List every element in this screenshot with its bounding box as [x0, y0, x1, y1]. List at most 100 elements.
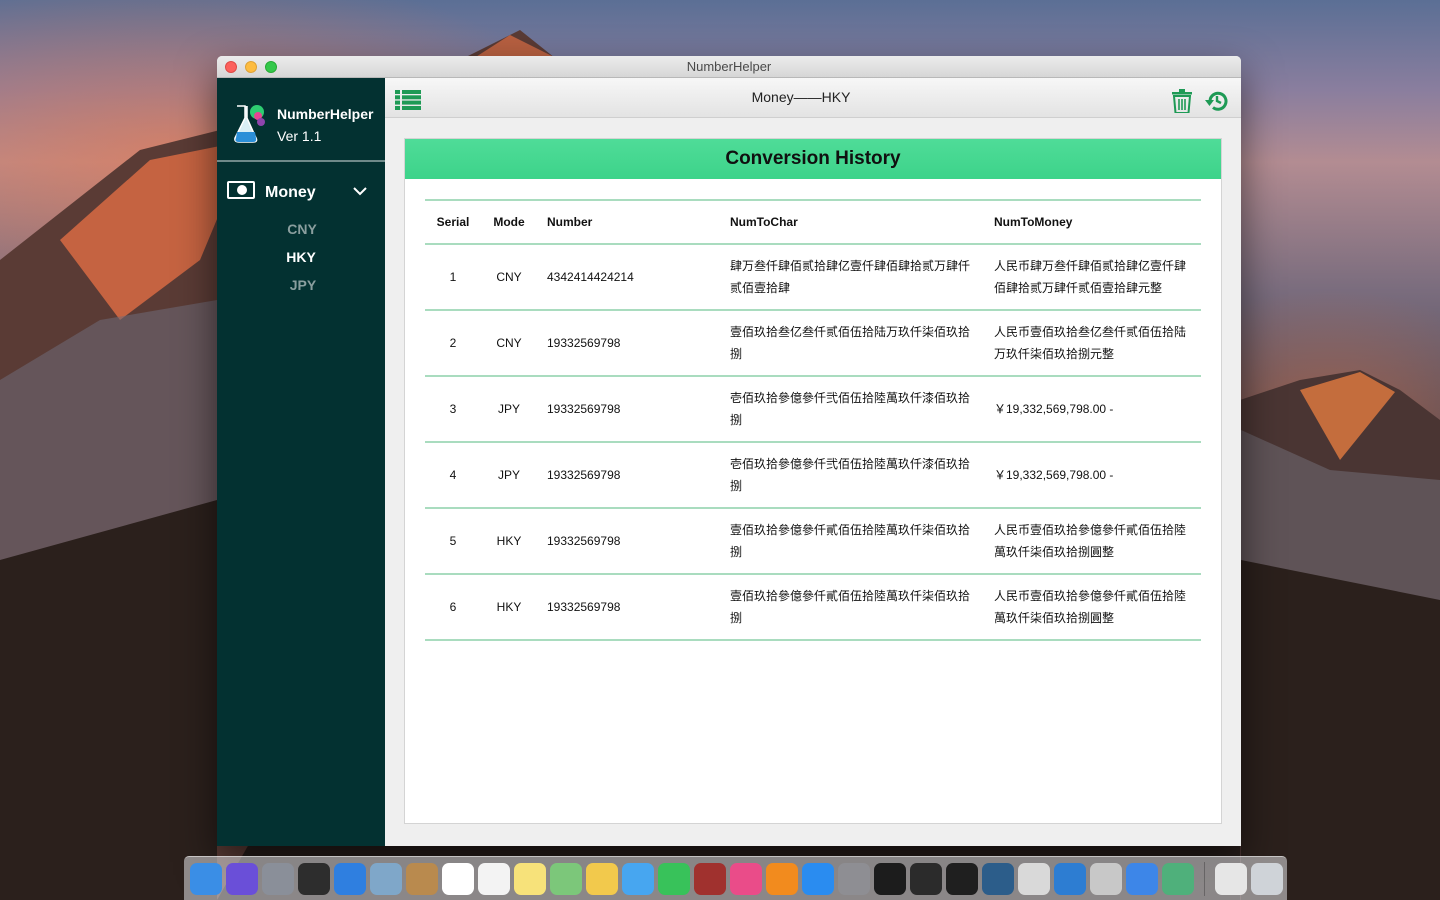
- preview-icon[interactable]: [370, 862, 402, 895]
- ibooks-icon[interactable]: [766, 862, 798, 895]
- close-button[interactable]: [225, 61, 237, 73]
- app-version: Ver 1.1: [277, 128, 322, 144]
- table-row[interactable]: 2 CNY 19332569798 壹佰玖拾叁亿叁仟贰佰伍拾陆万玖仟柒佰玖拾捌 …: [425, 310, 1201, 376]
- image-capture-icon[interactable]: [1090, 862, 1122, 895]
- facetime-icon[interactable]: [658, 862, 690, 895]
- sidebar: NumberHelper Ver 1.1 Money CNY HKY JPY: [217, 78, 385, 846]
- cell-number: 19332569798: [547, 600, 621, 614]
- terminal-icon[interactable]: [874, 862, 906, 895]
- maximize-button[interactable]: [265, 61, 277, 73]
- calendar-icon[interactable]: [442, 862, 474, 895]
- cell-number: 19332569798: [547, 534, 621, 548]
- cell-num-to-money: 人民币肆万叁仟肆佰贰拾肆亿壹仟肆佰肆拾贰万肆仟贰佰壹拾肆元整: [994, 259, 1187, 295]
- money-menu-label: Money: [265, 184, 316, 201]
- cell-num-to-char: 壱佰玖拾參億參仟弐佰伍拾陸萬玖仟漆佰玖拾捌: [730, 391, 971, 427]
- toolbar: Money——HKY: [385, 78, 1241, 118]
- cell-serial: 1: [449, 270, 457, 284]
- table-row[interactable]: 5 HKY 19332569798 壹佰玖拾參億參仟貳佰伍拾陸萬玖仟柒佰玖拾捌 …: [425, 508, 1201, 574]
- app-window: NumberHelper NumberHelper Ver 1.1 Money …: [217, 56, 1241, 846]
- table-row[interactable]: 1 CNY 4342414424214 肆万叁仟肆佰贰拾肆亿壹仟肆佰肆拾贰万肆仟…: [425, 244, 1201, 310]
- cell-num-to-money: ￥19,332,569,798.00 -: [994, 402, 1114, 416]
- cell-mode: HKY: [496, 534, 522, 548]
- window-title: NumberHelper: [686, 59, 772, 74]
- numberhelper-icon[interactable]: [1162, 862, 1194, 895]
- sidebar-item-jpy[interactable]: JPY: [217, 277, 385, 293]
- cell-num-to-char: 壱佰玖拾參億參仟弐佰伍拾陸萬玖仟漆佰玖拾捌: [730, 457, 971, 493]
- cell-num-to-char: 壹佰玖拾叁亿叁仟贰佰伍拾陆万玖仟柒佰玖拾捌: [730, 325, 971, 361]
- system-preferences-icon[interactable]: [838, 862, 870, 895]
- cell-mode: CNY: [496, 270, 522, 284]
- mission-control-icon[interactable]: [298, 862, 330, 895]
- table-header-row: Serial Mode Number NumToChar NumToMoney: [425, 200, 1201, 244]
- cell-num-to-money: 人民币壹佰玖拾叁亿叁仟贰佰伍拾陆万玖仟柒佰玖拾捌元整: [994, 325, 1187, 361]
- trash-icon[interactable]: [1251, 862, 1283, 895]
- history-table: Serial Mode Number NumToChar NumToMoney …: [425, 199, 1201, 641]
- dock-separator: [1204, 861, 1205, 896]
- cell-number: 19332569798: [547, 336, 621, 350]
- launchpad-icon[interactable]: [262, 862, 294, 895]
- table-row[interactable]: 3 JPY 19332569798 壱佰玖拾參億參仟弐佰伍拾陸萬玖仟漆佰玖拾捌 …: [425, 376, 1201, 442]
- contacts-icon[interactable]: [406, 862, 438, 895]
- chrome-icon[interactable]: [1018, 862, 1050, 895]
- reminders-icon[interactable]: [478, 862, 510, 895]
- cell-mode: CNY: [496, 336, 522, 350]
- history-title: Conversion History: [405, 139, 1221, 179]
- sidebar-item-cny[interactable]: CNY: [217, 221, 385, 237]
- table-row[interactable]: 4 JPY 19332569798 壱佰玖拾參億參仟弐佰伍拾陸萬玖仟漆佰玖拾捌 …: [425, 442, 1201, 508]
- cell-serial: 3: [449, 402, 457, 416]
- siri-icon[interactable]: [226, 862, 258, 895]
- dock: [184, 856, 1287, 900]
- cell-number: 19332569798: [547, 468, 621, 482]
- chevron-down-icon[interactable]: [353, 184, 367, 198]
- maps-icon[interactable]: [550, 862, 582, 895]
- flask-logo-icon: [234, 105, 265, 143]
- cell-mode: HKY: [496, 600, 522, 614]
- banknote-icon: [227, 181, 255, 199]
- cell-num-to-char: 壹佰玖拾參億參仟貳佰伍拾陸萬玖仟柒佰玖拾捌: [730, 589, 971, 625]
- minimize-button[interactable]: [245, 61, 257, 73]
- photo-booth-icon[interactable]: [694, 862, 726, 895]
- title-bar: NumberHelper: [217, 56, 1241, 78]
- history-panel: Conversion History Serial Mode Number Nu…: [404, 138, 1222, 824]
- messages-icon[interactable]: [622, 862, 654, 895]
- cell-mode: JPY: [497, 402, 520, 416]
- console-icon[interactable]: [910, 862, 942, 895]
- xcode-icon[interactable]: [1126, 862, 1158, 895]
- cell-serial: 4: [449, 468, 457, 482]
- column-header-num-to-money: NumToMoney: [994, 215, 1073, 229]
- cell-num-to-money: 人民币壹佰玖拾參億參仟貳佰伍拾陸萬玖仟柒佰玖拾捌圓整: [994, 523, 1187, 559]
- page-title: Money——HKY: [751, 89, 851, 105]
- column-header-serial: Serial: [436, 215, 470, 229]
- cell-serial: 2: [449, 336, 457, 350]
- vscode-icon[interactable]: [1054, 862, 1086, 895]
- money-menu-header[interactable]: Money: [217, 178, 385, 210]
- activity-monitor-icon[interactable]: [946, 862, 978, 895]
- cell-serial: 5: [449, 534, 457, 548]
- cell-num-to-char: 肆万叁仟肆佰贰拾肆亿壹仟肆佰肆拾贰万肆仟贰佰壹拾肆: [730, 259, 971, 295]
- sidebar-item-hky[interactable]: HKY: [217, 249, 385, 265]
- restore-history-icon[interactable]: [1205, 89, 1229, 113]
- cell-num-to-char: 壹佰玖拾參億參仟貳佰伍拾陸萬玖仟柒佰玖拾捌: [730, 523, 971, 559]
- cell-number: 4342414424214: [547, 270, 634, 284]
- notes-icon[interactable]: [514, 862, 546, 895]
- column-header-num-to-char: NumToChar: [730, 215, 798, 229]
- cell-serial: 6: [449, 600, 457, 614]
- app-store-icon[interactable]: [802, 862, 834, 895]
- brand-header: NumberHelper Ver 1.1: [217, 78, 385, 162]
- cell-number: 19332569798: [547, 402, 621, 416]
- cell-num-to-money: ￥19,332,569,798.00 -: [994, 468, 1114, 482]
- column-header-number: Number: [547, 215, 593, 229]
- safari-icon[interactable]: [334, 862, 366, 895]
- table-row[interactable]: 6 HKY 19332569798 壹佰玖拾參億參仟貳佰伍拾陸萬玖仟柒佰玖拾捌 …: [425, 574, 1201, 640]
- window-controls: [225, 61, 277, 73]
- itunes-icon[interactable]: [730, 862, 762, 895]
- app-name: NumberHelper: [277, 106, 374, 122]
- documents-icon[interactable]: [1215, 862, 1247, 895]
- photos-icon[interactable]: [586, 862, 618, 895]
- sourcetree-icon[interactable]: [982, 862, 1014, 895]
- cell-mode: JPY: [497, 468, 520, 482]
- trash-icon[interactable]: [1172, 89, 1192, 113]
- column-header-mode: Mode: [493, 215, 525, 229]
- finder-icon[interactable]: [190, 862, 222, 895]
- main-content: Money——HKY Conversion History Serial Mod…: [385, 78, 1241, 846]
